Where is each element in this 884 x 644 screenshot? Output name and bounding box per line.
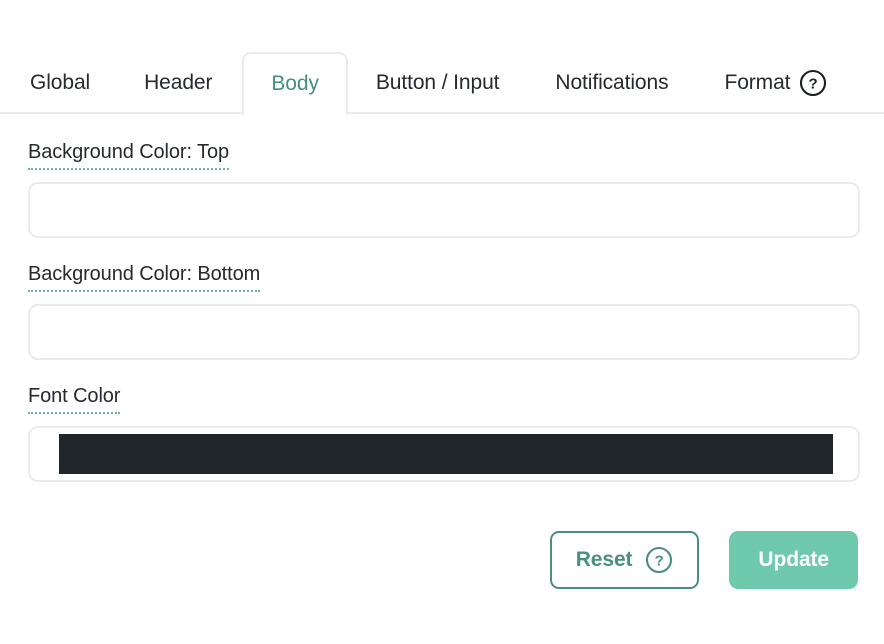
field-background-color-bottom: Background Color: Bottom [28,262,860,360]
field-font-color: Font Color [28,384,860,482]
tab-format-label: Format [724,71,791,94]
theme-settings-panel: Global Header Body Button / Input Notifi… [0,0,884,644]
tab-body[interactable]: Body [242,52,348,116]
tab-list: Global Header Body Button / Input Notifi… [0,52,837,116]
update-button-label: Update [758,548,829,571]
tab-notifications[interactable]: Notifications [527,52,696,114]
input-font-color[interactable] [28,426,860,482]
question-circle-icon[interactable]: ? [799,69,827,97]
tab-format[interactable]: Format ? [696,52,837,114]
tab-global-label: Global [30,71,91,94]
tab-body-label: Body [271,72,319,95]
input-background-color-top[interactable] [28,182,860,238]
tab-header-label: Header [144,71,213,94]
swatch-inset-left [30,428,59,480]
tab-format-content: Format ? [724,69,827,97]
label-background-color-top: Background Color: Top [28,140,229,170]
svg-text:?: ? [809,76,818,93]
tab-bar: Global Header Body Button / Input Notifi… [0,0,884,116]
label-background-color-bottom: Background Color: Bottom [28,262,260,292]
question-circle-icon[interactable]: ? [645,546,673,574]
reset-button[interactable]: Reset ? [549,531,700,589]
reset-button-label: Reset [575,548,633,571]
swatch-inset-left [30,184,59,236]
color-swatch-font-color [59,434,833,474]
svg-text:?: ? [655,553,664,570]
tab-global[interactable]: Global [0,52,117,114]
label-font-color: Font Color [28,384,120,414]
input-background-color-bottom[interactable] [28,304,860,360]
tab-notifications-label: Notifications [555,71,669,94]
field-background-color-top: Background Color: Top [28,140,860,238]
swatch-inset-left [30,306,59,358]
form-actions: Reset ? Update [0,529,884,591]
tab-button-input-label: Button / Input [375,71,500,94]
update-button[interactable]: Update [729,531,858,589]
tab-button-input[interactable]: Button / Input [348,52,528,114]
tab-header[interactable]: Header [117,52,242,114]
